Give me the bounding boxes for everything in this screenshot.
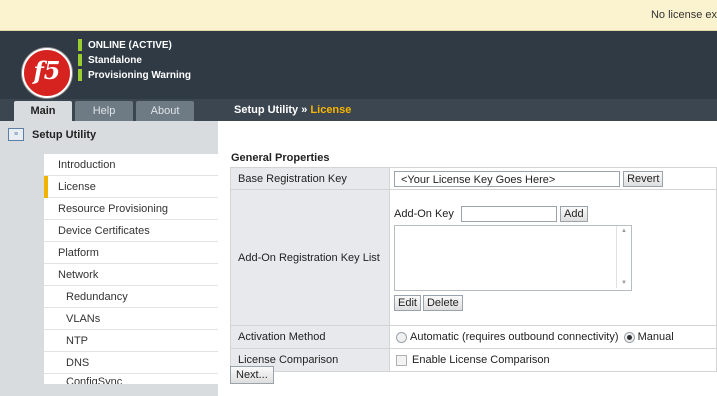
base-key-label: Base Registration Key bbox=[230, 167, 390, 190]
addon-key-list-label: Add-On Registration Key List bbox=[230, 189, 390, 326]
add-button[interactable]: Add bbox=[560, 205, 588, 222]
sidebar-item-platform[interactable]: Platform bbox=[44, 242, 218, 264]
base-key-cell: <Your License Key Goes Here> Revert bbox=[389, 167, 717, 190]
sidebar-item-network[interactable]: Network bbox=[44, 264, 218, 286]
activation-method-cell: Automatic (requires outbound connectivit… bbox=[389, 325, 717, 349]
next-button[interactable]: Next... bbox=[230, 366, 274, 384]
sidebar-item-device-certificates[interactable]: Device Certificates bbox=[44, 220, 218, 242]
f5-logo: f5 bbox=[22, 48, 72, 98]
sidebar-heading[interactable]: ≡ Setup Utility bbox=[8, 128, 96, 141]
addon-key-label: Add-On Key bbox=[394, 207, 454, 220]
sidebar-item-vlans[interactable]: VLANs bbox=[44, 308, 218, 330]
breadcrumb-current: License bbox=[310, 104, 352, 116]
sidebar-item-license[interactable]: License bbox=[44, 176, 218, 198]
enable-license-comparison-checkbox[interactable] bbox=[396, 354, 407, 366]
base-registration-key-input[interactable]: <Your License Key Goes Here> bbox=[394, 170, 620, 187]
table-row: Activation Method Automatic (requires ou… bbox=[230, 325, 717, 349]
sidebar-item-resource-provisioning[interactable]: Resource Provisioning bbox=[44, 198, 218, 220]
tab-about[interactable]: About bbox=[136, 101, 194, 121]
section-title: General Properties bbox=[231, 152, 330, 164]
addon-key-input[interactable] bbox=[460, 205, 557, 222]
status-panel: ONLINE (ACTIVE) Standalone Provisioning … bbox=[78, 38, 191, 83]
license-notice-text: No license ex bbox=[650, 9, 717, 21]
addon-key-list[interactable]: ▲ ▼ bbox=[394, 224, 632, 291]
revert-button[interactable]: Revert bbox=[623, 170, 664, 187]
table-row: Base Registration Key <Your License Key … bbox=[230, 167, 717, 190]
status-online: ONLINE (ACTIVE) bbox=[88, 39, 172, 51]
status-indicator bbox=[78, 54, 82, 66]
sidebar-heading-label: Setup Utility bbox=[32, 128, 97, 141]
sidebar-item-dns[interactable]: DNS bbox=[44, 352, 218, 374]
license-notice-bar: No license ex bbox=[0, 0, 717, 31]
tab-help[interactable]: Help bbox=[75, 101, 133, 121]
status-indicator bbox=[78, 39, 82, 51]
breadcrumb: Setup Utility » License bbox=[234, 104, 351, 116]
setup-utility-icon: ≡ bbox=[8, 128, 24, 141]
activation-manual-label: Manual bbox=[637, 331, 674, 343]
sidebar-item-introduction[interactable]: Introduction bbox=[44, 154, 218, 176]
breadcrumb-separator-icon: » bbox=[301, 104, 308, 116]
status-indicator bbox=[78, 69, 82, 81]
f5-logo-text: f5 bbox=[33, 56, 61, 85]
properties-table: Base Registration Key <Your License Key … bbox=[230, 167, 717, 372]
enable-license-comparison-label: Enable License Comparison bbox=[412, 354, 550, 366]
delete-button[interactable]: Delete bbox=[422, 294, 463, 311]
table-row: Add-On Registration Key List Add-On Key … bbox=[230, 189, 717, 326]
addon-key-cell: Add-On Key Add ▲ ▼ Edit Delete bbox=[389, 189, 717, 326]
sidebar-item-ntp[interactable]: NTP bbox=[44, 330, 218, 352]
status-warning: Provisioning Warning bbox=[88, 69, 191, 81]
edit-button[interactable]: Edit bbox=[394, 294, 421, 311]
sidebar-item-configsync[interactable]: ConfigSync bbox=[44, 374, 218, 384]
addon-list-scrollbar[interactable]: ▲ ▼ bbox=[616, 225, 631, 288]
tab-bar: Main Help About bbox=[14, 101, 197, 121]
activation-automatic-radio[interactable] bbox=[396, 331, 407, 343]
sidebar-menu: Introduction License Resource Provisioni… bbox=[44, 154, 218, 384]
table-row: License Comparison Enable License Compar… bbox=[230, 348, 717, 372]
activation-method-label: Activation Method bbox=[230, 325, 390, 349]
tab-main[interactable]: Main bbox=[14, 101, 72, 121]
scroll-up-icon[interactable]: ▲ bbox=[621, 228, 627, 234]
sidebar-item-redundancy[interactable]: Redundancy bbox=[44, 286, 218, 308]
activation-manual-radio[interactable] bbox=[623, 331, 635, 343]
activation-automatic-label: Automatic (requires outbound connectivit… bbox=[410, 331, 619, 343]
scroll-down-icon[interactable]: ▼ bbox=[621, 280, 627, 286]
license-comparison-cell: Enable License Comparison bbox=[389, 348, 717, 372]
status-mode: Standalone bbox=[88, 54, 142, 66]
breadcrumb-section[interactable]: Setup Utility bbox=[234, 104, 298, 116]
